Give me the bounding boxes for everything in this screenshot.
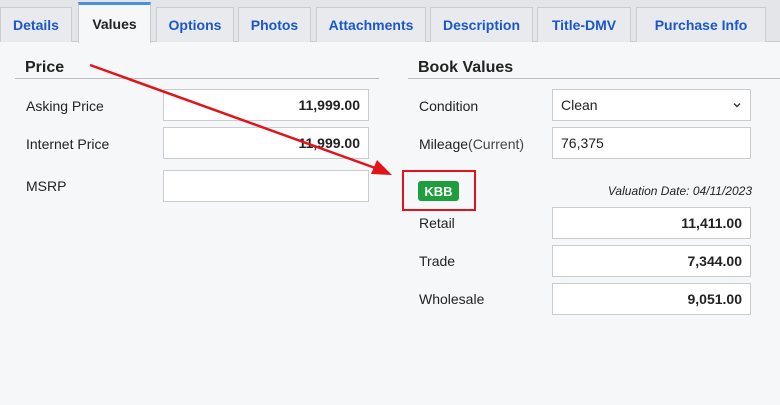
annotation-arrow: [89, 63, 392, 175]
